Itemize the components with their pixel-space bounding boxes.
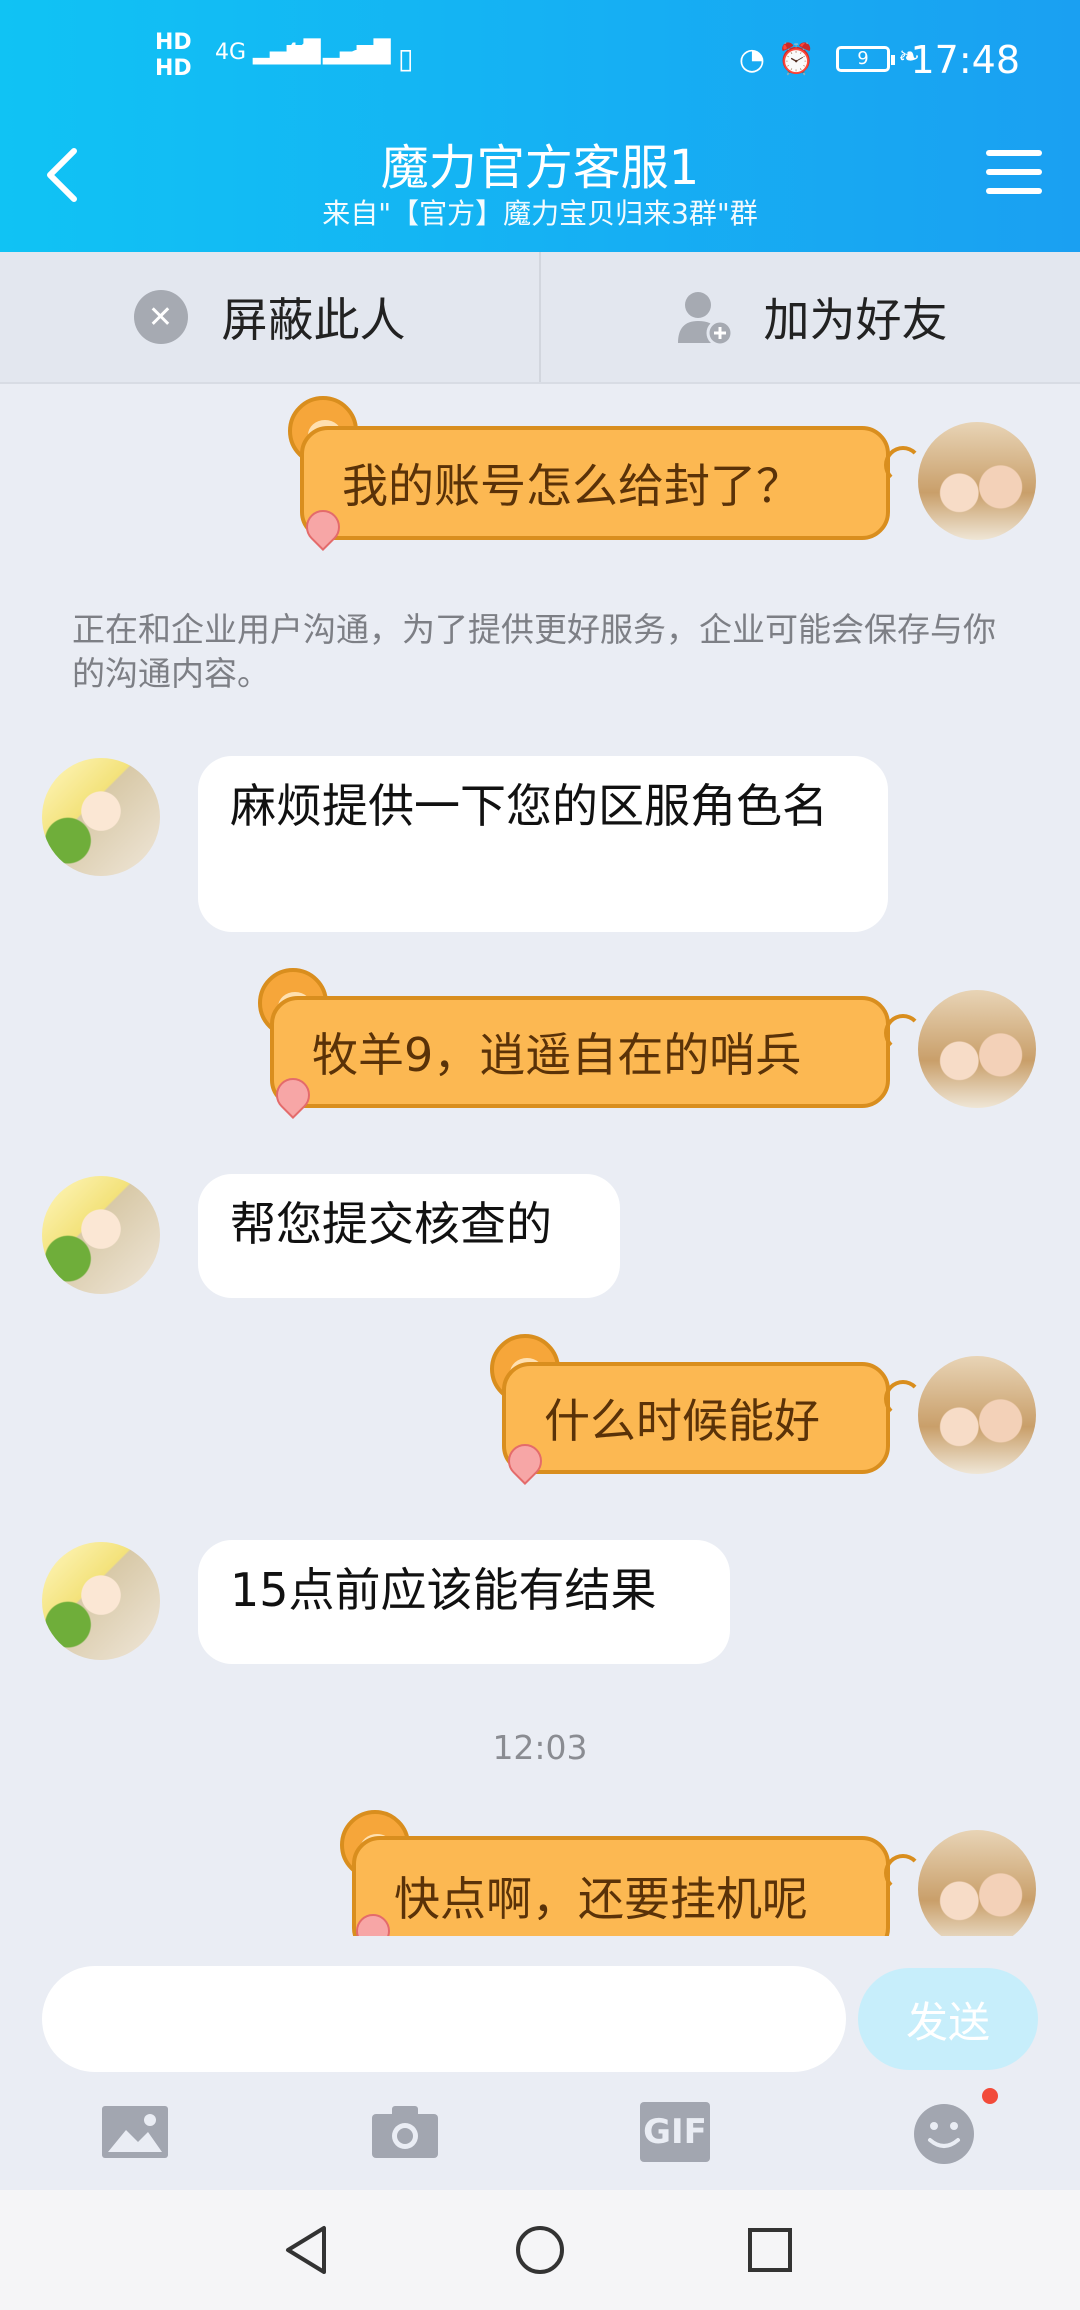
block-user-button[interactable]: ✕ 屏蔽此人 <box>0 252 539 382</box>
add-friend-label: 加为好友 <box>763 293 948 347</box>
nav-recents-icon[interactable] <box>740 2220 800 2280</box>
message-text: 牧羊9，逍遥自在的哨兵 <box>312 1028 802 1082</box>
message-text: 15点前应该能有结果 <box>230 1563 657 1617</box>
nav-back-icon[interactable] <box>278 2220 338 2280</box>
block-icon: ✕ <box>133 290 188 344</box>
privacy-notice: 正在和企业用户沟通，为了提供更好服务，企业可能会保存与你的沟通内容。 <box>72 610 996 693</box>
battery-icon: 9 <box>836 46 895 72</box>
message-bubble[interactable]: 帮您提交核查的 <box>198 1174 620 1298</box>
message-text: 什么时候能好 <box>544 1394 820 1448</box>
message-timestamp: 12:03 <box>492 1728 588 1767</box>
net1-label: 4G <box>215 40 247 65</box>
message-text: 麻烦提供一下您的区服角色名 <box>230 779 828 833</box>
message-bubble[interactable]: 麻烦提供一下您的区服角色名 <box>198 756 888 932</box>
message-text: 我的账号怎么给封了？ <box>342 459 802 513</box>
phone-icon: ▯ <box>398 42 414 75</box>
message-bubble[interactable]: 什么时候能好 <box>502 1362 890 1474</box>
notification-dot <box>982 2088 998 2104</box>
page-title: 魔力官方客服1 <box>380 140 700 196</box>
gif-icon[interactable]: GIF <box>640 2102 710 2162</box>
menu-icon[interactable] <box>986 150 1042 200</box>
bubble-tail <box>884 1014 922 1052</box>
action-bar: ✕ 屏蔽此人 加为好友 <box>0 252 1080 384</box>
camera-icon[interactable] <box>370 2102 440 2162</box>
message-text: 帮您提交核查的 <box>230 1197 552 1251</box>
hd2-label: HD <box>155 56 192 81</box>
composer: 发送 GIF <box>0 1936 1080 2186</box>
hd-indicator: HD HD <box>155 30 192 82</box>
avatar[interactable] <box>918 422 1036 540</box>
net2-label: 4G <box>285 40 317 65</box>
bubble-tail <box>884 1380 922 1418</box>
chat-header: HD HD 4G ▂▄▆█ 4G ▂▄▆█ ◠ ▯ ◔ ⏰ 9 ❧ 17:48 … <box>0 0 1080 252</box>
alarm-icon: ⏰ <box>777 42 815 77</box>
status-bar: HD HD 4G ▂▄▆█ 4G ▂▄▆█ ◠ ▯ ◔ ⏰ 9 ❧ 17:48 <box>0 0 1080 120</box>
avatar[interactable] <box>918 990 1036 1108</box>
avatar[interactable] <box>42 758 160 876</box>
data-saver-icon: ◔ <box>738 42 765 77</box>
avatar[interactable] <box>918 1356 1036 1474</box>
hd1-label: HD <box>155 30 192 55</box>
message-text: 快点啊，还要挂机呢 <box>394 1872 808 1926</box>
message-list[interactable]: 我的账号怎么给封了？ 正在和企业用户沟通，为了提供更好服务，企业可能会保存与你的… <box>0 384 1080 1936</box>
page-subtitle: 来自"【官方】魔力宝贝归来3群"群 <box>322 197 758 230</box>
wifi-icon: ◠ <box>345 42 372 77</box>
avatar[interactable] <box>918 1830 1036 1936</box>
avatar[interactable] <box>42 1176 160 1294</box>
avatar[interactable] <box>42 1542 160 1660</box>
system-nav-bar <box>0 2190 1080 2310</box>
emoji-icon[interactable] <box>912 2102 976 2166</box>
add-friend-icon <box>674 287 734 347</box>
image-icon[interactable] <box>100 2102 170 2162</box>
message-bubble[interactable]: 快点啊，还要挂机呢 <box>352 1836 890 1936</box>
add-friend-button[interactable]: 加为好友 <box>541 252 1080 382</box>
nav-home-icon[interactable] <box>510 2220 570 2280</box>
block-label: 屏蔽此人 <box>221 293 406 347</box>
battery-level: 9 <box>857 48 869 69</box>
signal2-icon: 4G ▂▄▆█ <box>285 40 391 65</box>
message-bubble[interactable]: 15点前应该能有结果 <box>198 1540 730 1664</box>
message-input[interactable] <box>42 1966 846 2072</box>
message-bubble[interactable]: 我的账号怎么给封了？ <box>300 426 890 540</box>
bubble-tail <box>884 446 922 484</box>
clock: 17:48 <box>910 38 1020 82</box>
bubble-tail <box>884 1854 922 1892</box>
send-button[interactable]: 发送 <box>858 1968 1038 2070</box>
message-bubble[interactable]: 牧羊9，逍遥自在的哨兵 <box>270 996 890 1108</box>
gif-label: GIF <box>643 2112 707 2152</box>
